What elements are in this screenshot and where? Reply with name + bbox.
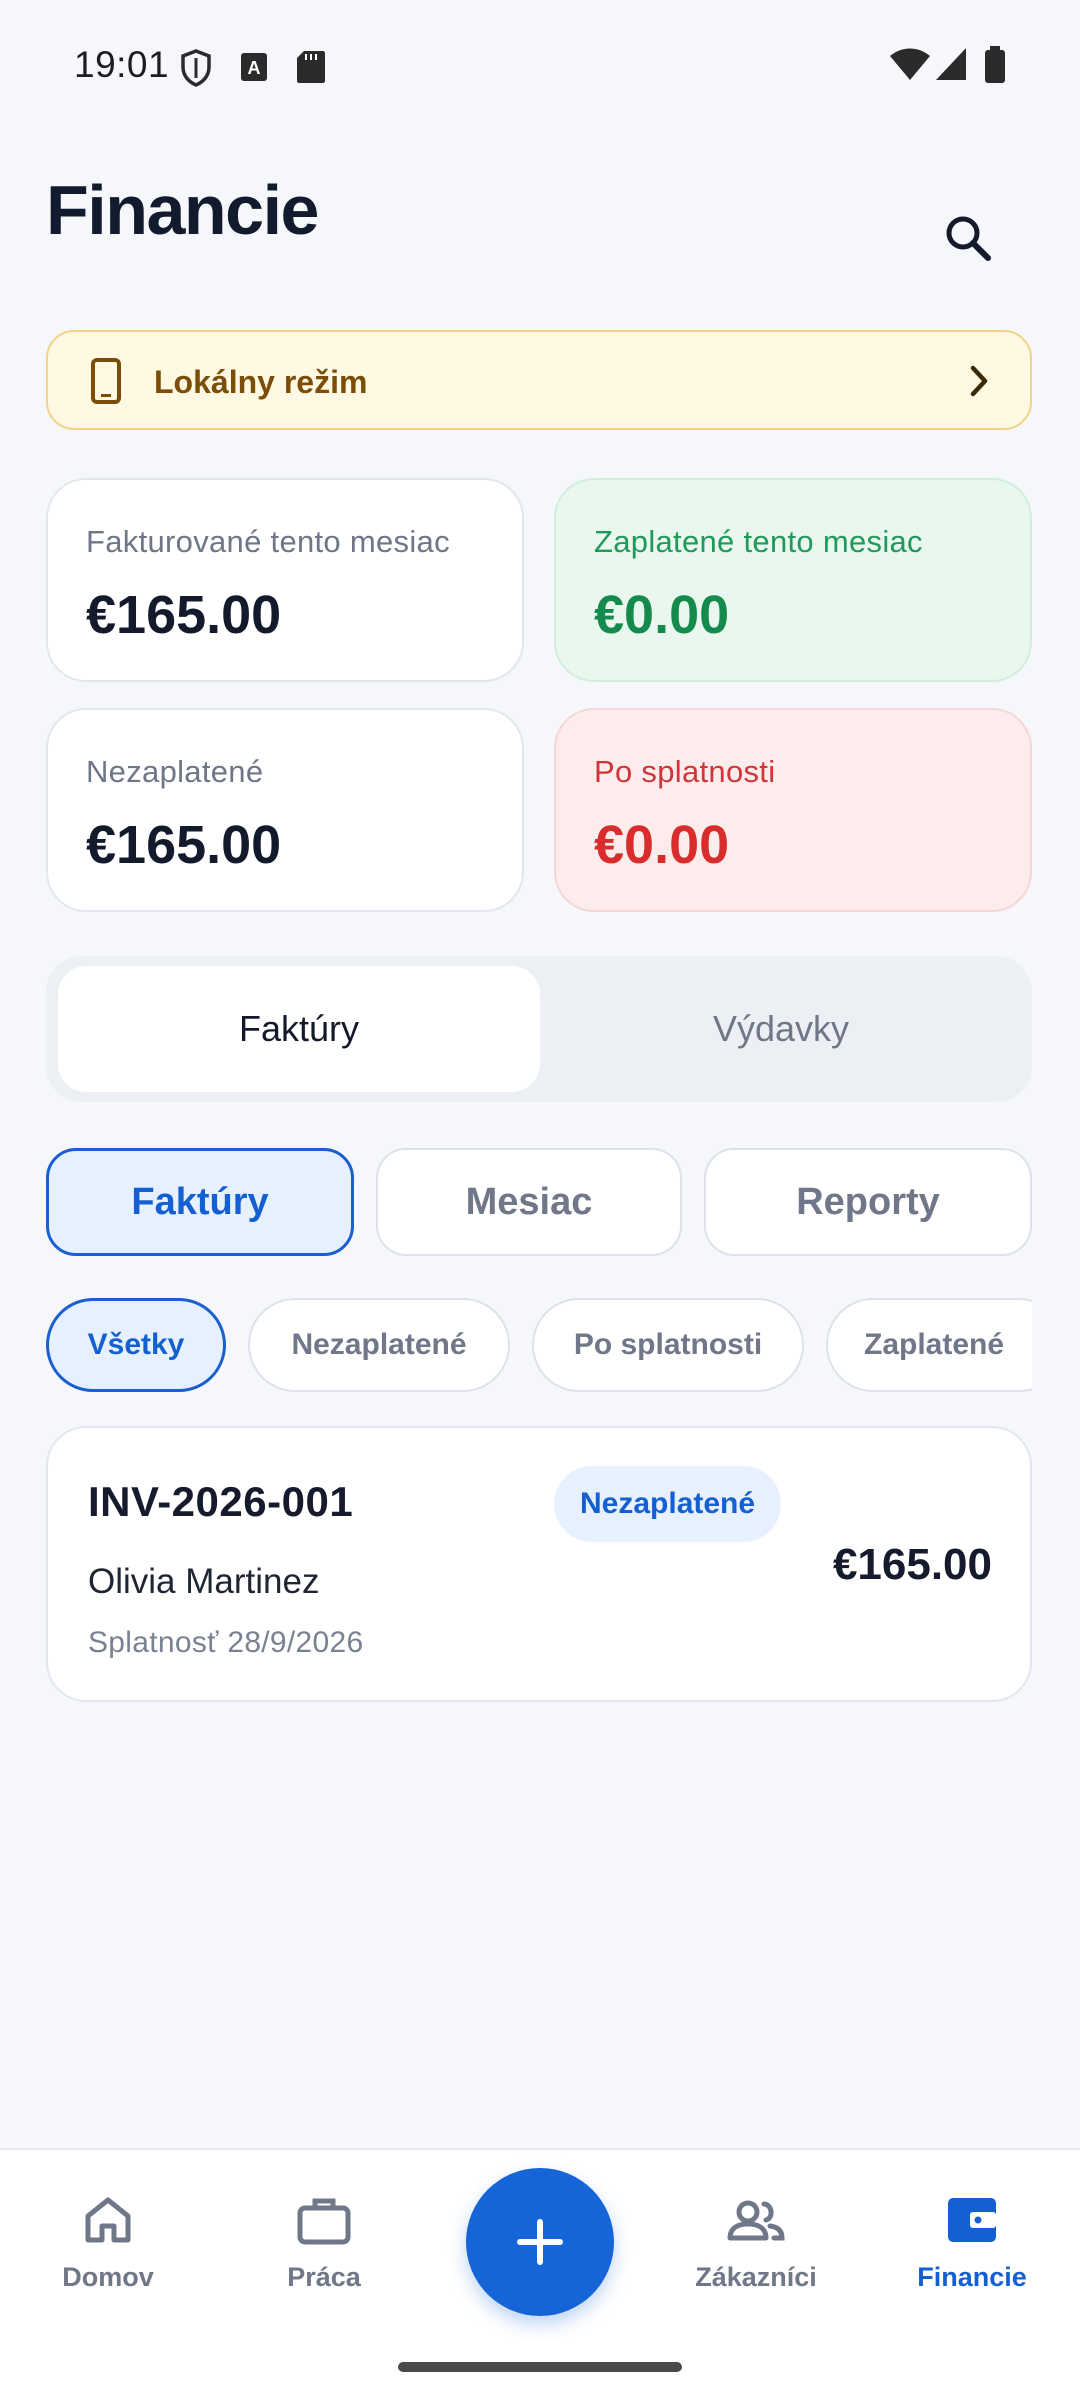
subtab-reports[interactable]: Reporty — [704, 1148, 1032, 1256]
nav-customers[interactable]: Zákazníci — [656, 2190, 856, 2293]
subtab-invoices[interactable]: Faktúry — [46, 1148, 354, 1256]
stat-value: €0.00 — [594, 585, 730, 645]
stat-label: Zaplatené tento mesiac — [594, 524, 923, 559]
invoice-card[interactable]: INV-2026-001 Nezaplatené Olivia Martinez… — [46, 1426, 1032, 1702]
segment-invoices[interactable]: Faktúry — [58, 966, 540, 1092]
nav-label: Financie — [917, 2262, 1027, 2292]
stat-value: €165.00 — [86, 815, 282, 875]
segmented-control: Faktúry Výdavky — [46, 956, 1032, 1102]
nav-label: Domov — [62, 2262, 154, 2292]
status-time: 19:01 — [74, 44, 170, 85]
subtab-month[interactable]: Mesiac — [376, 1148, 682, 1256]
nav-finance[interactable]: Financie — [872, 2190, 1072, 2293]
filter-paid[interactable]: Zaplatené — [826, 1298, 1032, 1392]
filter-unpaid[interactable]: Nezaplatené — [248, 1298, 510, 1392]
font-a-icon: A — [241, 53, 267, 81]
svg-text:A: A — [248, 58, 261, 78]
invoice-amount: €165.00 — [832, 1540, 992, 1589]
wifi-icon — [890, 48, 930, 80]
home-icon — [85, 2197, 131, 2243]
stat-value: €165.00 — [86, 585, 282, 645]
status-bar: 19:01 A — [0, 0, 1080, 132]
chevron-right-icon — [970, 365, 988, 397]
invoice-number: INV-2026-001 — [88, 1478, 354, 1525]
stat-card-invoiced-month[interactable]: Fakturované tento mesiac €165.00 — [46, 478, 524, 682]
people-icon — [727, 2200, 785, 2241]
segment-expenses[interactable]: Výdavky — [540, 966, 1022, 1092]
nav-home[interactable]: Domov — [8, 2190, 208, 2293]
nav-work[interactable]: Práca — [224, 2190, 424, 2293]
invoice-client: Olivia Martinez — [88, 1562, 320, 1601]
banner-label: Lokálny režim — [154, 364, 368, 400]
shield-icon — [181, 49, 211, 87]
battery-icon — [985, 46, 1005, 83]
plus-icon — [517, 2219, 563, 2265]
stat-value: €0.00 — [594, 815, 730, 875]
filter-overdue[interactable]: Po splatnosti — [532, 1298, 804, 1392]
local-mode-banner[interactable]: Lokálny režim — [46, 330, 1032, 430]
nav-label: Práca — [287, 2262, 361, 2292]
nav-label: Zákazníci — [695, 2262, 817, 2292]
stat-label: Po splatnosti — [594, 754, 776, 789]
phone-icon — [91, 358, 121, 404]
signal-icon — [936, 48, 966, 80]
page-title: Financie — [46, 171, 319, 249]
invoice-due-date: Splatnosť 28/9/2026 — [88, 1626, 364, 1659]
stat-label: Nezaplatené — [86, 754, 264, 789]
wallet-icon — [948, 2198, 996, 2242]
stat-card-unpaid[interactable]: Nezaplatené €165.00 — [46, 708, 524, 912]
sd-card-icon — [297, 51, 325, 83]
filter-chips: Všetky Nezaplatené Po splatnosti Zaplate… — [46, 1296, 1032, 1396]
home-indicator[interactable] — [398, 2362, 682, 2372]
status-badge: Nezaplatené — [554, 1466, 782, 1542]
search-button[interactable] — [936, 206, 1000, 270]
filter-all[interactable]: Všetky — [46, 1298, 226, 1392]
stat-label: Fakturované tento mesiac — [86, 524, 450, 559]
stat-card-paid-month[interactable]: Zaplatené tento mesiac €0.00 — [554, 478, 1032, 682]
add-button[interactable] — [466, 2168, 614, 2316]
briefcase-icon — [297, 2198, 351, 2245]
search-icon — [946, 216, 991, 261]
stat-card-overdue[interactable]: Po splatnosti €0.00 — [554, 708, 1032, 912]
